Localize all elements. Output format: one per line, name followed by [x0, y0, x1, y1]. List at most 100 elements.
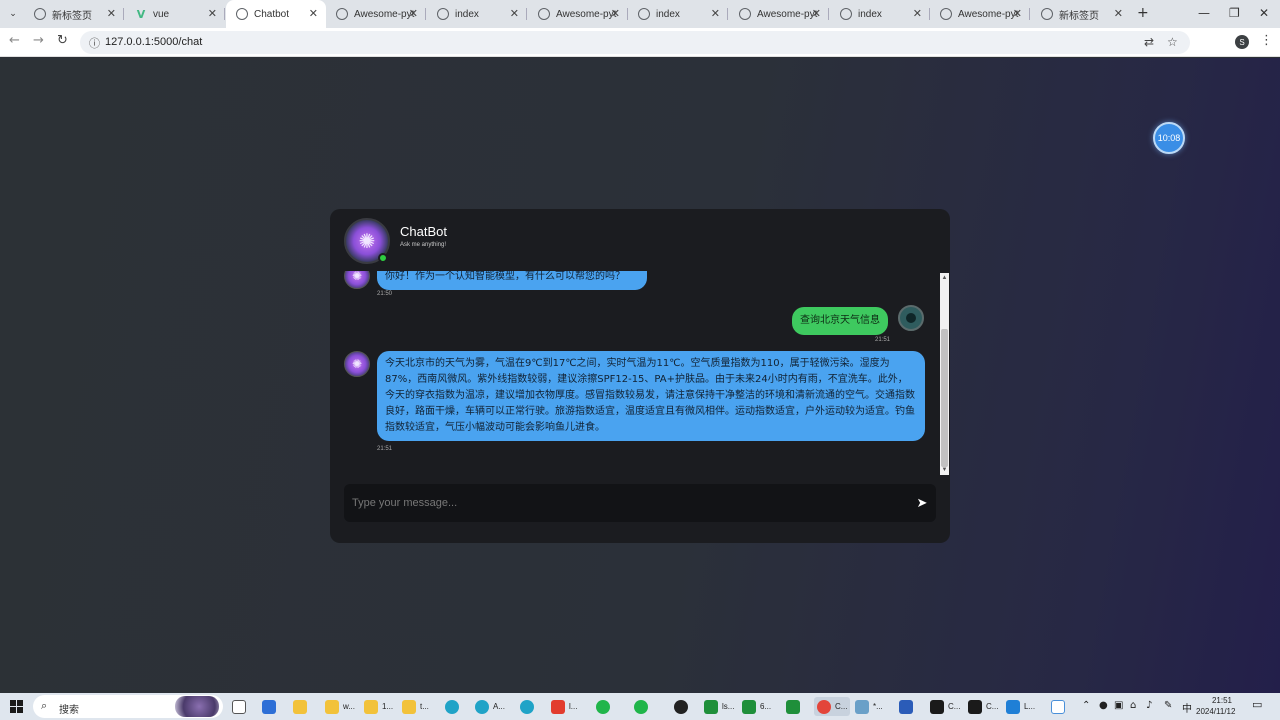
close-tab-icon[interactable]: ✕ [1114, 7, 1123, 20]
close-tab-icon[interactable]: ✕ [812, 7, 821, 20]
browser-tab[interactable]: Awesome-pyt ✕ [326, 0, 426, 28]
back-arrow-icon[interactable]: ← [9, 33, 20, 48]
close-tab-icon[interactable]: ✕ [107, 7, 116, 20]
paper-plane-icon: ➤ [916, 495, 928, 511]
edge-icon[interactable] [445, 697, 463, 716]
taskbar-search[interactable]: ⌕ 搜索 [33, 695, 223, 718]
folder-app[interactable]: t... [402, 697, 429, 716]
browser-tab[interactable]: Awesome-pyt ✕ [528, 0, 628, 28]
pycharm-app[interactable]: 6... [742, 697, 771, 716]
globe-icon [336, 8, 348, 20]
bookmark-star-icon[interactable]: ☆ [1167, 35, 1178, 49]
folder-icon[interactable] [293, 697, 311, 716]
browser-tab[interactable]: index ✕ [628, 0, 728, 28]
close-tab-icon[interactable]: ✕ [1013, 7, 1022, 20]
globe-icon [739, 8, 751, 20]
translate-icon[interactable]: ⇄ [1144, 35, 1154, 49]
word-icon[interactable] [899, 697, 917, 716]
close-tab-icon[interactable]: ✕ [309, 7, 318, 20]
terminal-app[interactable]: C... [930, 697, 960, 716]
scrollbar-thumb[interactable] [941, 329, 948, 467]
wechat-icon[interactable] [634, 697, 652, 716]
user-avatar [898, 305, 924, 331]
browser-tab[interactable]: Awesome-pyt ✕ [729, 0, 829, 28]
close-tab-icon[interactable]: ✕ [913, 7, 922, 20]
send-button[interactable]: ➤ [912, 493, 932, 513]
qq-icon[interactable] [674, 697, 692, 716]
taskbar-date[interactable]: 2024/11/12 [1196, 707, 1235, 716]
folder-app[interactable]: w... [325, 697, 355, 716]
app-icon[interactable] [1051, 697, 1069, 716]
scroll-up-arrow-icon[interactable]: ▲ [940, 273, 949, 283]
bot-name: ChatBot [400, 224, 447, 239]
browser-tab[interactable]: 新标签页 ✕ [24, 0, 124, 28]
pycharm-icon[interactable] [786, 697, 804, 716]
wechat-icon[interactable] [596, 697, 614, 716]
browser-tab[interactable]: index ✕ [427, 0, 527, 28]
openai-logo-icon: ✺ [358, 229, 376, 253]
task-view-icon[interactable] [232, 697, 250, 716]
windows-start-icon[interactable] [10, 700, 23, 713]
edge-app[interactable]: A... [475, 697, 505, 716]
message-timestamp: 21:50 [377, 291, 393, 297]
browser-tab[interactable]: Awesome-pyt ✕ [930, 0, 1030, 28]
vscode-app[interactable]: L... [1006, 697, 1035, 716]
browser-tab[interactable]: index ✕ [830, 0, 930, 28]
tab-search-dropdown-icon[interactable]: ⌄ [4, 5, 22, 23]
browser-tab[interactable]: V vue ✕ [125, 0, 225, 28]
app-icon[interactable] [262, 697, 280, 716]
microphone-icon[interactable]: ● [1099, 700, 1108, 711]
site-info-icon[interactable]: ⓘ [89, 35, 100, 51]
search-label: 搜索 [59, 705, 79, 716]
globe-icon [638, 8, 650, 20]
edge-icon[interactable] [520, 697, 538, 716]
close-tab-icon[interactable]: ✕ [711, 7, 720, 20]
browser-tab-active[interactable]: Chatbot ✕ [226, 0, 326, 28]
chat-header: ✺ ChatBot Ask me anything! [330, 209, 950, 271]
bot-avatar: ✺ [344, 351, 370, 377]
folder-app[interactable]: 1... [364, 697, 393, 716]
browser-menu-icon[interactable]: ⋮ [1260, 33, 1273, 48]
tray-chevron-icon[interactable]: ⌃ [1082, 700, 1090, 711]
openai-logo-icon: ✺ [351, 357, 363, 371]
pen-icon[interactable]: ✎ [1164, 700, 1172, 711]
network-icon[interactable]: ⌂ [1130, 700, 1136, 711]
close-window-icon[interactable]: ✕ [1259, 6, 1269, 20]
chat-scrollbar[interactable]: ▲ ▼ [940, 273, 949, 475]
globe-icon [437, 8, 449, 20]
new-tab-plus-icon[interactable]: + [1137, 5, 1149, 21]
notification-icon[interactable]: ▭ [1252, 698, 1262, 711]
ime-indicator[interactable]: 中 [1182, 700, 1192, 715]
terminal-app[interactable]: C... [968, 697, 998, 716]
user-message-bubble: 查询北京天气信息 [792, 307, 888, 335]
close-tab-icon[interactable]: ✕ [208, 7, 217, 20]
search-highlight-image [175, 696, 219, 717]
globe-icon [538, 8, 550, 20]
browser-tab-strip: ⌄ 新标签页 ✕ V vue ✕ Chatbot ✕ Awesome-pyt ✕… [0, 0, 1280, 28]
message-input[interactable] [344, 484, 904, 522]
floating-clock-badge: 10:08 [1153, 122, 1185, 154]
close-tab-icon[interactable]: ✕ [611, 7, 620, 20]
close-tab-icon[interactable]: ✕ [510, 7, 519, 20]
page-background: 10:08 ✺ ChatBot Ask me anything! ✺ 你好！作为… [0, 58, 1280, 693]
restore-icon[interactable]: ❐ [1229, 6, 1240, 20]
scroll-down-arrow-icon[interactable]: ▼ [940, 465, 949, 475]
profile-avatar[interactable]: S [1235, 35, 1249, 49]
forward-arrow-icon[interactable]: → [33, 33, 44, 48]
pycharm-app[interactable]: ls... [704, 697, 734, 716]
browser-toolbar: ← → ↻ ⓘ 127.0.0.1:5000/chat ⇄ ☆ ⧉ [0, 28, 1280, 74]
taskbar-time[interactable]: 21:51 [1208, 696, 1236, 705]
camera-icon[interactable]: ▣ [1114, 700, 1123, 711]
volume-icon[interactable]: ♪ [1146, 700, 1152, 711]
minimize-icon[interactable]: — [1198, 6, 1210, 20]
browser-tab[interactable]: 新标签页 ✕ [1031, 0, 1131, 28]
chrome-app[interactable]: C... [814, 697, 851, 716]
address-bar[interactable]: ⓘ 127.0.0.1:5000/chat ⇄ ☆ [80, 31, 1190, 54]
notepad-app[interactable]: *... [855, 697, 883, 716]
close-tab-icon[interactable]: ✕ [409, 7, 418, 20]
online-status-dot [378, 253, 388, 263]
reload-icon[interactable]: ↻ [57, 33, 68, 48]
message-timestamp: 21:51 [875, 337, 891, 343]
wps-app[interactable]: l... [551, 697, 577, 716]
globe-icon [236, 8, 248, 20]
